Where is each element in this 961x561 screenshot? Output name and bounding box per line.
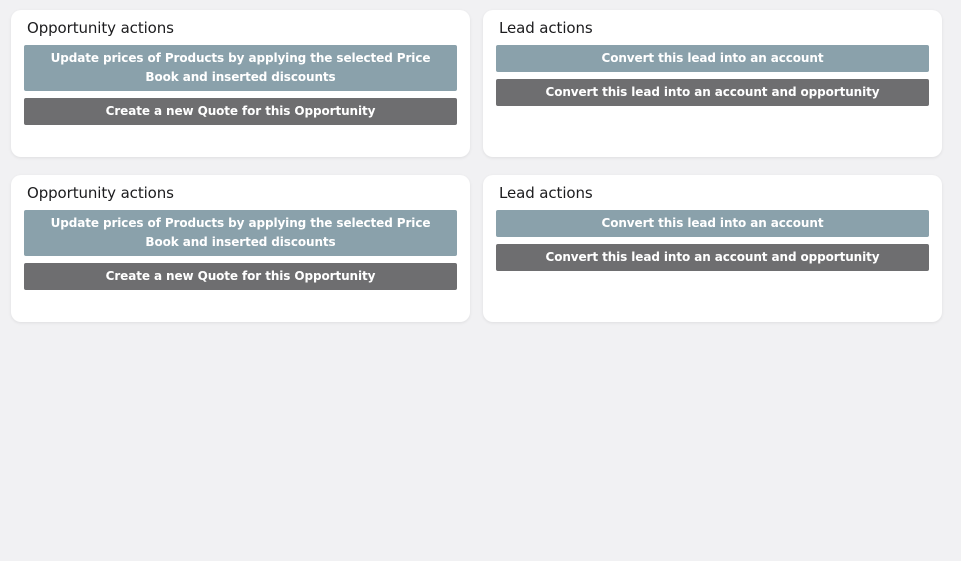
card-title: Opportunity actions xyxy=(27,184,174,202)
lead-actions-card: Lead actions Convert this lead into an a… xyxy=(483,175,942,322)
update-prices-button[interactable]: Update prices of Products by applying th… xyxy=(24,45,457,91)
lead-actions-card: Lead actions Convert this lead into an a… xyxy=(483,10,942,157)
convert-lead-to-account-and-opportunity-button[interactable]: Convert this lead into an account and op… xyxy=(496,244,929,271)
opportunity-actions-card: Opportunity actions Update prices of Pro… xyxy=(11,175,470,322)
convert-lead-to-account-and-opportunity-button[interactable]: Convert this lead into an account and op… xyxy=(496,79,929,106)
convert-lead-to-account-button[interactable]: Convert this lead into an account xyxy=(496,210,929,237)
create-quote-button[interactable]: Create a new Quote for this Opportunity xyxy=(24,98,457,125)
update-prices-button[interactable]: Update prices of Products by applying th… xyxy=(24,210,457,256)
card-title: Lead actions xyxy=(499,184,593,202)
card-title: Lead actions xyxy=(499,19,593,37)
convert-lead-to-account-button[interactable]: Convert this lead into an account xyxy=(496,45,929,72)
page: Opportunity actions Update prices of Pro… xyxy=(0,0,961,561)
create-quote-button[interactable]: Create a new Quote for this Opportunity xyxy=(24,263,457,290)
card-title: Opportunity actions xyxy=(27,19,174,37)
opportunity-actions-card: Opportunity actions Update prices of Pro… xyxy=(11,10,470,157)
